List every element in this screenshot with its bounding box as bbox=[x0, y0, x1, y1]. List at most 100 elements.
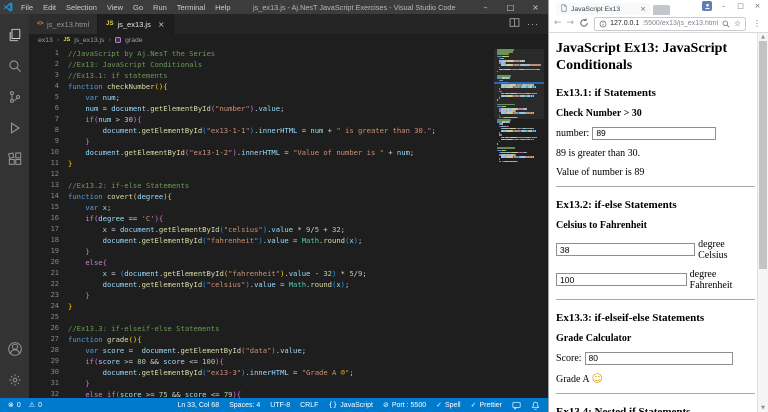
extensions-icon[interactable] bbox=[0, 143, 29, 174]
scrollbar-thumb[interactable] bbox=[759, 41, 767, 269]
profile-avatar[interactable] bbox=[702, 1, 712, 11]
scroll-down-icon[interactable]: ▼ bbox=[758, 404, 768, 412]
code-editor[interactable]: 1//JavaScript by Aj.NesT the Series2//Ex… bbox=[29, 46, 548, 398]
minimap[interactable] bbox=[497, 49, 541, 163]
run-debug-icon[interactable] bbox=[0, 112, 29, 143]
section-heading: Ex13.1: if Statements bbox=[556, 87, 755, 99]
forward-button[interactable]: → bbox=[567, 19, 575, 28]
code-line-28[interactable]: 28 var score = document.getElementById("… bbox=[29, 345, 492, 356]
code-line-20[interactable]: 20 else{ bbox=[29, 257, 492, 268]
menu-file[interactable]: File bbox=[16, 3, 38, 12]
more-actions-icon[interactable]: ··· bbox=[527, 19, 539, 29]
settings-gear-icon[interactable] bbox=[0, 364, 29, 395]
back-button[interactable]: ← bbox=[554, 19, 562, 28]
code-line-10[interactable]: 10 document.getElementById("ex13-1-2").i… bbox=[29, 147, 492, 158]
code-line-4[interactable]: 4function checkNumber(){ bbox=[29, 81, 492, 92]
code-line-14[interactable]: 14function covert(degree){ bbox=[29, 191, 492, 202]
explorer-icon[interactable] bbox=[0, 19, 29, 50]
address-bar[interactable]: 127.0.0.1 :5500/ex13/js_ex13.html ☆ bbox=[594, 17, 746, 31]
code-line-8[interactable]: 8 document.getElementById("ex13-1-1").in… bbox=[29, 125, 492, 136]
menu-edit[interactable]: Edit bbox=[38, 3, 61, 12]
code-line-1[interactable]: 1//JavaScript by Aj.NesT the Series bbox=[29, 48, 492, 59]
close-button[interactable]: × bbox=[523, 0, 548, 14]
status-label: Prettier bbox=[479, 402, 502, 409]
status-eol-sequence[interactable]: CRLF bbox=[300, 402, 318, 409]
tab-close-icon[interactable]: × bbox=[640, 5, 646, 13]
new-tab-button[interactable] bbox=[653, 5, 670, 15]
code-line-5[interactable]: 5 var num; bbox=[29, 92, 492, 103]
breadcrumb-item-ex13[interactable]: ex13 bbox=[38, 37, 53, 44]
feedback-icon[interactable] bbox=[512, 401, 521, 410]
notifications-bell-icon[interactable] bbox=[531, 401, 540, 410]
code-line-11[interactable]: 11} bbox=[29, 158, 492, 169]
code-line-26[interactable]: 26//Ex13.3: if-elseif-else Statements bbox=[29, 323, 492, 334]
code-line-32[interactable]: 32 else if(score >= 75 && score <= 79){ bbox=[29, 389, 492, 398]
code-line-12[interactable]: 12 bbox=[29, 169, 492, 180]
code-line-2[interactable]: 2//Ex13: JavaScript Conditionals bbox=[29, 59, 492, 70]
fahrenheit-input[interactable] bbox=[556, 273, 687, 286]
code-line-25[interactable]: 25 bbox=[29, 312, 492, 323]
info-icon[interactable] bbox=[599, 20, 607, 28]
code-line-29[interactable]: 29 if(score >= 80 && score <= 100){ bbox=[29, 356, 492, 367]
status-encoding[interactable]: UTF-8 bbox=[270, 402, 290, 409]
code-line-16[interactable]: 16 if(degree == 'C'){ bbox=[29, 213, 492, 224]
status-language-mode[interactable]: {}JavaScript bbox=[328, 401, 373, 409]
status-spell-checker[interactable]: ✓Spell bbox=[436, 401, 460, 409]
menu-view[interactable]: View bbox=[102, 3, 128, 12]
browser-minimize-button[interactable]: – bbox=[715, 2, 732, 10]
number-input[interactable] bbox=[592, 127, 716, 140]
browser-close-button[interactable]: × bbox=[749, 2, 766, 10]
code-line-24[interactable]: 24} bbox=[29, 301, 492, 312]
browser-menu-icon[interactable]: ⋮ bbox=[751, 19, 763, 28]
tab-close-icon[interactable]: × bbox=[158, 20, 165, 29]
scroll-up-icon[interactable]: ▲ bbox=[758, 33, 768, 41]
browser-tab[interactable]: JavaScript Ex13 × bbox=[556, 3, 650, 15]
code-line-27[interactable]: 27function grade(){ bbox=[29, 334, 492, 345]
breadcrumb-item-js_ex13.js[interactable]: js_ex13.js bbox=[74, 37, 104, 44]
status-errors-count[interactable]: ⊗0 bbox=[8, 401, 21, 409]
menu-help[interactable]: Help bbox=[210, 3, 235, 12]
account-icon[interactable] bbox=[0, 333, 29, 364]
zoom-icon[interactable] bbox=[722, 20, 730, 28]
code-line-6[interactable]: 6 num = document.getElementById("number"… bbox=[29, 103, 492, 114]
code-text: else{ bbox=[68, 257, 107, 268]
menu-go[interactable]: Go bbox=[128, 3, 148, 12]
status-indentation[interactable]: Spaces: 4 bbox=[229, 402, 260, 409]
code-line-7[interactable]: 7 if(num > 30){ bbox=[29, 114, 492, 125]
code-line-9[interactable]: 9 } bbox=[29, 136, 492, 147]
browser-scrollbar[interactable]: ▲ ▼ bbox=[757, 33, 768, 412]
celsius-input[interactable] bbox=[556, 243, 695, 256]
code-line-31[interactable]: 31 } bbox=[29, 378, 492, 389]
menu-selection[interactable]: Selection bbox=[61, 3, 102, 12]
status-live-server-port[interactable]: ⊘Port : 5500 bbox=[383, 401, 426, 409]
code-line-18[interactable]: 18 document.getElementById("fahrenheit")… bbox=[29, 235, 492, 246]
editor-tab-js_ex13.js[interactable]: JSjs_ex13.js× bbox=[98, 14, 173, 34]
browser-maximize-button[interactable]: □ bbox=[732, 2, 749, 10]
bookmark-star-icon[interactable]: ☆ bbox=[734, 19, 741, 28]
menu-terminal[interactable]: Terminal bbox=[172, 3, 210, 12]
code-line-19[interactable]: 19 } bbox=[29, 246, 492, 257]
code-line-3[interactable]: 3//Ex13.1: if statements bbox=[29, 70, 492, 81]
score-input[interactable] bbox=[585, 352, 733, 365]
source-control-icon[interactable] bbox=[0, 81, 29, 112]
code-line-17[interactable]: 17 x = document.getElementById("celsius"… bbox=[29, 224, 492, 235]
breadcrumb-item-grade[interactable]: grade bbox=[125, 37, 142, 44]
menu-run[interactable]: Run bbox=[148, 3, 172, 12]
split-editor-icon[interactable] bbox=[509, 15, 520, 33]
code-line-23[interactable]: 23 } bbox=[29, 290, 492, 301]
reload-icon[interactable] bbox=[579, 18, 589, 30]
minimize-button[interactable]: – bbox=[473, 0, 498, 14]
maximize-button[interactable]: □ bbox=[498, 0, 523, 14]
code-line-21[interactable]: 21 x = (document.getElementById("fahrenh… bbox=[29, 268, 492, 279]
menubar: FileEditSelectionViewGoRunTerminalHelp bbox=[16, 3, 236, 12]
status-prettier[interactable]: ✓Prettier bbox=[471, 401, 502, 409]
code-line-22[interactable]: 22 document.getElementById("celsius").va… bbox=[29, 279, 492, 290]
search-icon[interactable] bbox=[0, 50, 29, 81]
code-line-30[interactable]: 30 document.getElementById("ex13-3").inn… bbox=[29, 367, 492, 378]
status-cursor-position[interactable]: Ln 33, Col 68 bbox=[177, 402, 219, 409]
input-row: Score: bbox=[556, 352, 755, 365]
status-warnings-count[interactable]: ⚠0 bbox=[29, 401, 42, 409]
code-line-13[interactable]: 13//Ex13.2: if-else Statements bbox=[29, 180, 492, 191]
editor-tab-js_ex13.html[interactable]: <>js_ex13.html bbox=[29, 14, 98, 34]
code-line-15[interactable]: 15 var x; bbox=[29, 202, 492, 213]
